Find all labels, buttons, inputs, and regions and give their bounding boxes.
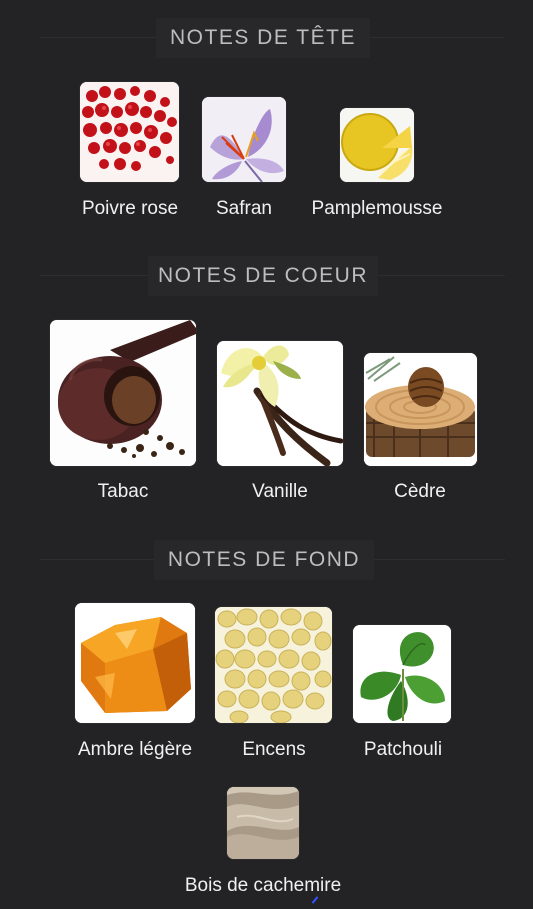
note-label: Bois de cachemire (184, 875, 342, 896)
section-header-heart-notes: NOTES DE COEUR (0, 256, 533, 296)
note-label: Tabac (97, 481, 149, 502)
note-label: Patchouli (363, 739, 443, 760)
amber-image[interactable] (75, 603, 195, 723)
section-header-base-notes: NOTES DE FOND (0, 540, 533, 580)
tobacco-pipe-image[interactable] (50, 320, 196, 466)
saffron-image[interactable] (202, 97, 286, 182)
cedar-image[interactable] (364, 353, 477, 466)
note-label: Cèdre (394, 481, 446, 502)
grapefruit-image[interactable] (340, 108, 414, 182)
patchouli-image[interactable] (353, 625, 451, 723)
section-header-top-notes: NOTES DE TÊTE (0, 18, 533, 58)
section-title: NOTES DE FOND (154, 540, 374, 580)
note-label: Pamplemousse (311, 198, 443, 219)
pink-pepper-image[interactable] (80, 82, 179, 182)
cashmere-wood-image[interactable] (227, 787, 299, 859)
vanilla-image[interactable] (217, 341, 343, 466)
scroll-indicator (311, 896, 319, 904)
section-title: NOTES DE TÊTE (156, 18, 370, 58)
note-label: Safran (216, 198, 272, 219)
note-label: Poivre rose (81, 198, 179, 219)
incense-image[interactable] (215, 607, 332, 723)
note-label: Vanille (252, 481, 308, 502)
section-title: NOTES DE COEUR (148, 256, 378, 296)
note-label: Encens (242, 739, 306, 760)
note-label: Ambre légère (77, 739, 193, 760)
